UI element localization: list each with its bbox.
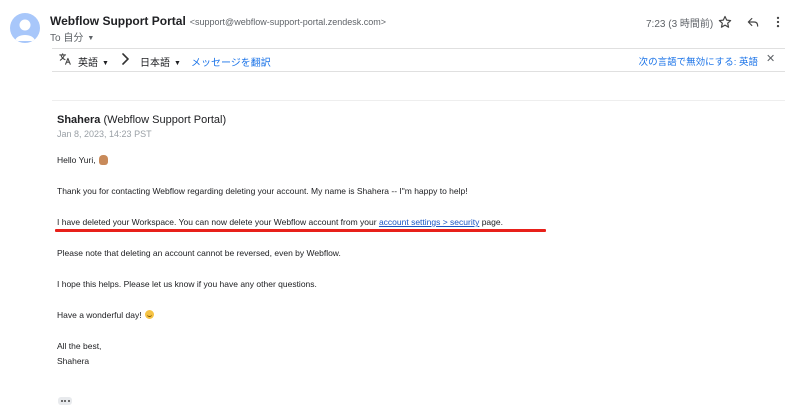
author-org: (Webflow Support Portal)	[100, 114, 227, 126]
sender-line: Webflow Support Portal <support@webflow-s…	[50, 14, 386, 28]
message-time: 7:23 (3 時間前)	[646, 19, 714, 30]
disable-translation-link[interactable]: 次の言語で無効にする: 英語	[639, 54, 758, 68]
signoff: All the best,	[57, 341, 102, 351]
chevron-right-icon	[120, 51, 132, 72]
greeting-line: Hello Yuri,	[57, 155, 108, 165]
closing-text: Have a wonderful day!	[57, 310, 142, 320]
person-avatar-icon	[15, 19, 35, 41]
more-vert-icon	[776, 16, 780, 28]
divider	[52, 100, 785, 101]
signature: Shahera	[57, 356, 90, 366]
translate-message-link[interactable]: メッセージを翻訳	[191, 54, 271, 69]
translate-icon	[58, 52, 72, 71]
paragraph-1: Thank you for contacting Webflow regardi…	[57, 186, 468, 196]
close-icon[interactable]: ✕	[766, 52, 775, 65]
sender-email: <support@webflow-support-portal.zendesk.…	[189, 17, 387, 27]
to-recipients: To 自分	[50, 33, 84, 44]
quoted-date: Jan 8, 2023, 14:23 PST	[57, 129, 152, 139]
waving-hand-emoji	[98, 155, 108, 165]
caret-down-icon: ▼	[102, 60, 109, 67]
paragraph-5: Have a wonderful day!	[57, 310, 154, 320]
show-trimmed-content-button[interactable]	[58, 397, 72, 405]
paragraph-3: Please note that deleting an account can…	[57, 248, 341, 258]
target-language-label: 日本語	[140, 58, 170, 69]
paragraph-2-end: page.	[479, 217, 503, 227]
reply-button[interactable]	[743, 12, 763, 32]
reply-icon	[747, 17, 759, 27]
quoted-author: Shahera (Webflow Support Portal)	[57, 114, 226, 126]
smiling-face-emoji	[144, 310, 154, 319]
paragraph-2: I have deleted your Workspace. You can n…	[57, 217, 503, 227]
paragraph-4: I hope this helps. Please let us know if…	[57, 279, 317, 289]
star-button[interactable]	[715, 12, 735, 32]
source-language-label: 英語	[78, 58, 98, 69]
highlight-underline	[55, 229, 546, 232]
recipients-toggle[interactable]: To 自分 ▼	[50, 29, 94, 44]
greeting-text: Hello Yuri,	[57, 155, 96, 165]
paragraph-2-text: I have deleted your Workspace. You can n…	[57, 217, 379, 227]
star-icon	[718, 15, 732, 28]
source-language-select[interactable]: 英語 ▼	[78, 54, 109, 69]
target-language-select[interactable]: 日本語 ▼	[140, 54, 181, 69]
author-name: Shahera	[57, 114, 101, 126]
account-settings-security-link[interactable]: account settings > security	[379, 217, 479, 227]
sender-name: Webflow Support Portal	[50, 14, 186, 28]
caret-down-icon: ▼	[87, 35, 95, 42]
caret-down-icon: ▼	[174, 60, 181, 67]
more-options-button[interactable]	[768, 12, 788, 32]
sender-avatar[interactable]	[10, 13, 40, 43]
